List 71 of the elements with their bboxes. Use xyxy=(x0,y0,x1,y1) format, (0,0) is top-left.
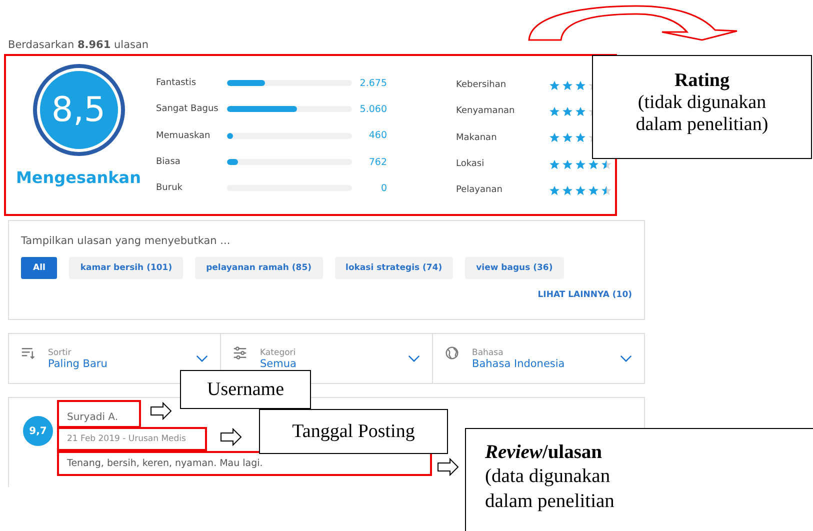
star-icon xyxy=(575,158,586,170)
rating-count: 0 xyxy=(380,182,387,194)
star-icon xyxy=(562,132,573,144)
star-icon xyxy=(575,184,586,196)
annotation-text: Tanggal Posting xyxy=(292,420,415,442)
star-icon xyxy=(601,184,612,196)
star-icon xyxy=(549,132,560,144)
score-label: Mengesankan xyxy=(16,168,141,187)
star-icon xyxy=(549,80,560,91)
star-icon xyxy=(588,184,599,196)
chevron-down-icon xyxy=(196,355,208,362)
rating-count: 762 xyxy=(368,156,387,168)
star-icon xyxy=(549,158,560,170)
arrow-icon xyxy=(220,428,242,446)
annotation-text: dalam penelitian) xyxy=(636,114,768,136)
rating-label: Buruk xyxy=(156,183,184,194)
sliders-icon xyxy=(233,346,247,360)
chevron-down-icon xyxy=(408,355,420,362)
filter-title: Tampilkan ulasan yang menyebutkan ... xyxy=(21,235,230,247)
star-icon xyxy=(562,80,573,91)
dropdown-value: Semua xyxy=(260,358,296,370)
rating-label: Sangat Bagus xyxy=(156,104,220,114)
rating-label: Biasa xyxy=(156,157,182,168)
review-text: Tenang, bersih, keren, nyaman. Mau lagi. xyxy=(67,458,263,469)
star-icon xyxy=(562,106,573,117)
rating-label: Fantastis xyxy=(156,78,198,88)
category-label: Kebersihan xyxy=(456,80,508,90)
review-score-badge: 9,7 xyxy=(23,416,53,446)
filter-chip[interactable]: kamar bersih (101) xyxy=(69,257,184,279)
rating-label: Memuaskan xyxy=(156,130,212,141)
star-icon xyxy=(549,184,560,196)
dropdown-value: Paling Baru xyxy=(48,358,108,370)
annotation-text: (data digunakan xyxy=(485,465,610,490)
filter-chip[interactable]: view bagus (36) xyxy=(465,257,564,279)
star-icon xyxy=(575,132,586,144)
dropdown-label: Bahasa xyxy=(472,348,504,358)
review-count-text: Berdasarkan 8.961 ulasan xyxy=(8,39,149,51)
category-label: Pelayanan xyxy=(456,185,504,196)
star-icon xyxy=(575,80,586,91)
rating-count: 2.675 xyxy=(358,78,387,89)
dropdown[interactable]: Bahasa Bahasa Indonesia xyxy=(433,334,644,383)
globe-icon xyxy=(445,346,459,360)
dropdown-value: Bahasa Indonesia xyxy=(472,358,565,370)
category-label: Makanan xyxy=(456,132,498,143)
annotation-title: Rating xyxy=(674,70,730,92)
star-icon xyxy=(549,106,560,117)
review-date: 21 Feb 2019 - Urusan Medis xyxy=(67,434,186,444)
sort-icon xyxy=(21,346,35,360)
username: Suryadi A. xyxy=(67,412,118,423)
rating-count: 5.060 xyxy=(358,104,387,115)
arrow-icon xyxy=(150,402,172,420)
annotation-text: (tidak digunakan xyxy=(638,92,766,114)
annotation-text: dalam penelitian xyxy=(485,490,614,514)
score-badge: 8,5 xyxy=(32,64,124,156)
rating-count: 460 xyxy=(368,130,387,142)
star-icon xyxy=(562,184,573,196)
dropdown-label: Kategori xyxy=(260,348,296,358)
arrow-icon xyxy=(437,458,459,476)
filter-chip[interactable]: pelayanan ramah (85) xyxy=(195,257,323,279)
star-icon xyxy=(601,158,612,170)
star-icon xyxy=(575,106,586,117)
star-icon xyxy=(588,158,599,170)
see-more-link[interactable]: LIHAT LAINNYA (10) xyxy=(538,290,632,300)
filter-chip[interactable]: lokasi strategis (74) xyxy=(334,257,454,279)
chevron-down-icon xyxy=(620,355,632,362)
annotation-title: Review/ulasan xyxy=(485,441,602,465)
filter-chip[interactable]: All xyxy=(21,257,58,279)
dropdown-label: Sortir xyxy=(48,348,72,358)
star-icon xyxy=(562,158,573,170)
category-label: Lokasi xyxy=(456,159,486,170)
category-label: Kenyamanan xyxy=(456,106,516,116)
